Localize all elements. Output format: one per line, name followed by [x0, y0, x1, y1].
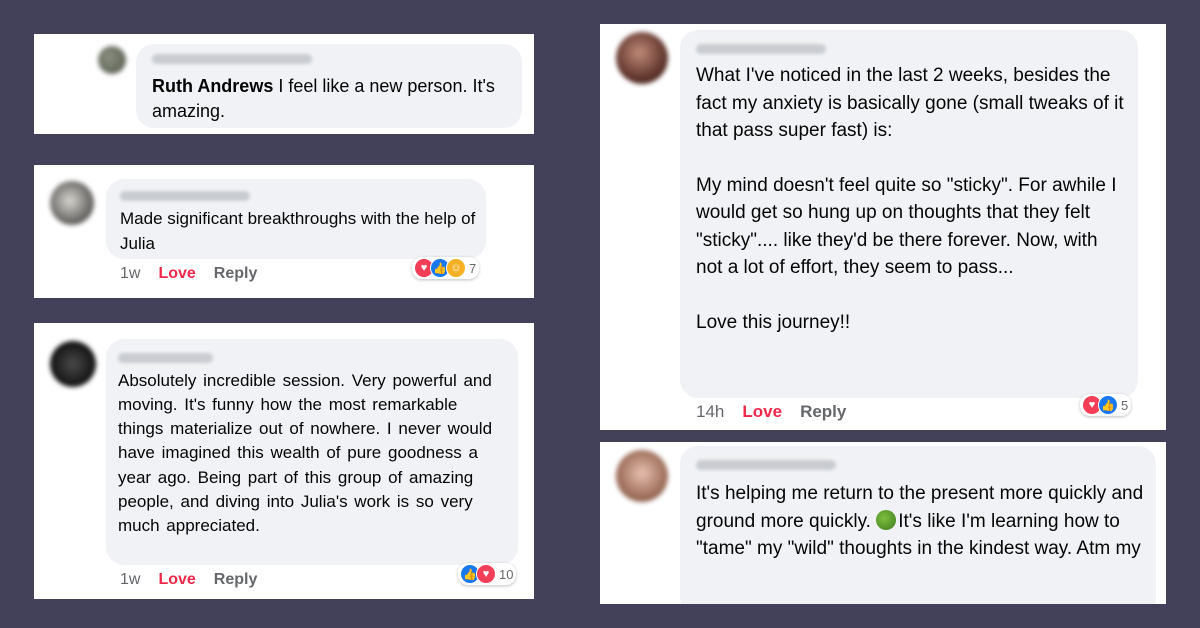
comment-text: It's helping me return to the present mo… [696, 480, 1146, 563]
care-icon: ☺ [446, 258, 466, 278]
comment-text: Made significant breakthroughs with the … [120, 209, 476, 253]
avatar[interactable] [616, 450, 668, 502]
timestamp[interactable]: 1w [120, 571, 140, 588]
love-button[interactable]: Love [742, 402, 782, 421]
avatar[interactable] [616, 32, 668, 84]
author-name-blurred[interactable] [118, 353, 213, 363]
author-name-blurred[interactable] [696, 44, 826, 54]
comment-actions: 1w Love Reply [120, 571, 275, 589]
comment-card-1: Ruth Andrews I feel like a new person. I… [34, 34, 534, 134]
timestamp[interactable]: 1w [120, 265, 140, 282]
reply-button[interactable]: Reply [800, 402, 846, 421]
reaction-count: 10 [499, 566, 514, 582]
comment-bubble: Ruth Andrews I feel like a new person. I… [136, 44, 522, 128]
comment-paragraph-3: Love this journey!! [696, 311, 851, 333]
avatar[interactable] [98, 46, 126, 74]
mention-link[interactable]: Ruth Andrews [152, 76, 273, 96]
reactions-summary[interactable]: 👍 ♥ 10 [458, 563, 517, 585]
comment-text: What I've noticed in the last 2 weeks, b… [696, 62, 1126, 336]
author-name-blurred[interactable] [120, 191, 250, 201]
thumbs-up-icon: 👍 [1098, 395, 1118, 415]
comment-bubble: It's helping me return to the present mo… [680, 446, 1156, 604]
author-name-blurred[interactable] [152, 54, 312, 64]
love-button[interactable]: Love [158, 571, 195, 588]
comment-actions: 1w Love Reply [120, 265, 275, 283]
comment-bubble: Made significant breakthroughs with the … [106, 179, 486, 259]
comment-card-3: Absolutely incredible session. Very powe… [34, 323, 534, 599]
love-button[interactable]: Love [158, 265, 195, 282]
avatar[interactable] [50, 341, 96, 387]
timestamp[interactable]: 14h [696, 402, 724, 421]
comment-text: Absolutely incredible session. Very powe… [118, 371, 493, 535]
reply-button[interactable]: Reply [214, 571, 258, 588]
comment-card-2: Made significant breakthroughs with the … [34, 165, 534, 298]
comment-bubble: What I've noticed in the last 2 weeks, b… [680, 30, 1138, 398]
reply-button[interactable]: Reply [214, 265, 258, 282]
avatar[interactable] [50, 181, 94, 225]
tree-emoji [876, 509, 897, 530]
reaction-count: 7 [469, 260, 477, 276]
comment-paragraph-2: My mind doesn't feel quite so "sticky". … [696, 174, 1117, 279]
reactions-summary[interactable]: ♥ 👍 ☺ 7 [412, 257, 480, 279]
comment-card-4: What I've noticed in the last 2 weeks, b… [600, 24, 1166, 430]
comment-text: Ruth Andrews I feel like a new person. I… [152, 74, 512, 124]
reaction-count: 5 [1121, 397, 1129, 413]
reactions-summary[interactable]: ♥ 👍 5 [1080, 394, 1132, 416]
heart-icon: ♥ [476, 564, 496, 584]
author-name-blurred[interactable] [696, 460, 836, 470]
comment-actions: 14h Love Reply [696, 402, 864, 422]
comment-card-5: It's helping me return to the present mo… [600, 442, 1166, 604]
comment-paragraph-1: What I've noticed in the last 2 weeks, b… [696, 65, 1124, 142]
comment-bubble: Absolutely incredible session. Very powe… [106, 339, 518, 565]
